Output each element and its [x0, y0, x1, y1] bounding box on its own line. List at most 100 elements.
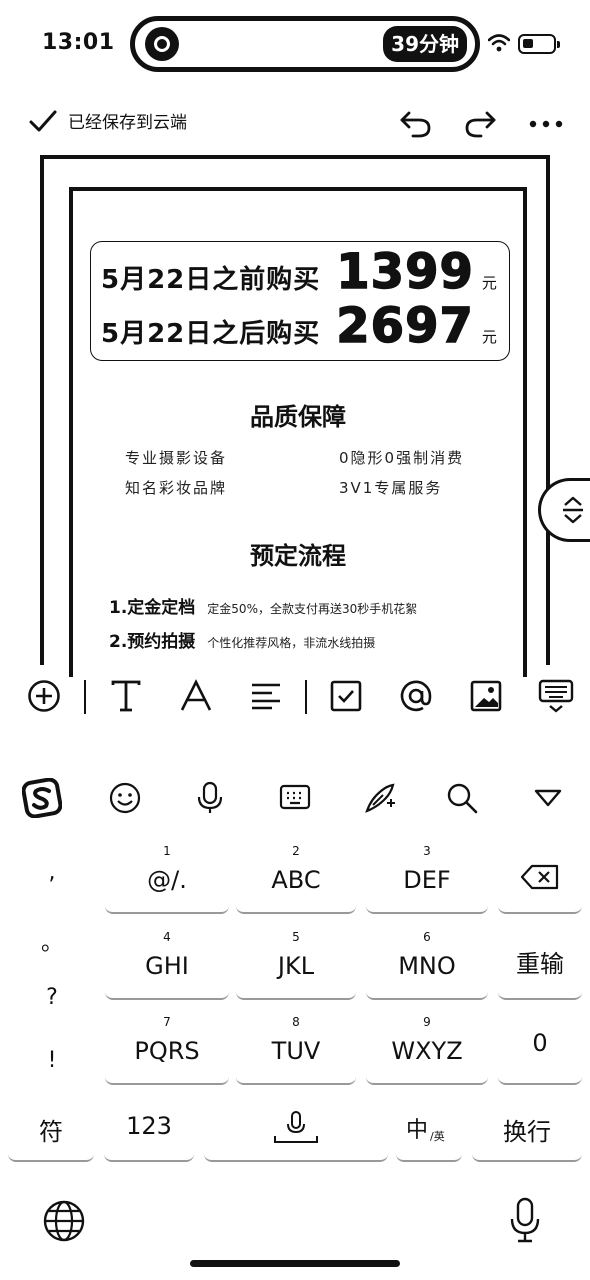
key-label: WXYZ: [391, 1037, 463, 1065]
punct-key[interactable]: !: [6, 1048, 98, 1073]
feature-item: 知名彩妆品牌: [125, 479, 228, 497]
search-button[interactable]: [442, 778, 482, 818]
more-icon: [529, 120, 563, 128]
backspace-key[interactable]: [498, 842, 582, 914]
space-mic-icon: [274, 1111, 318, 1143]
key-number: 3: [423, 844, 431, 858]
keyboard-bottom-bar: [0, 1185, 590, 1265]
handwrite-button[interactable]: [360, 778, 400, 818]
home-indicator[interactable]: [190, 1260, 400, 1267]
key-label: PQRS: [134, 1037, 200, 1065]
symbols-key[interactable]: 符: [8, 1098, 94, 1162]
price-label: 5月22日之前购买: [101, 265, 321, 295]
mention-button[interactable]: [396, 676, 436, 716]
key-1[interactable]: 1 @/.: [105, 842, 229, 914]
price-row-after: 5月22日之后购买 2697 元: [101, 297, 497, 355]
voice-input-button[interactable]: [190, 778, 230, 818]
punct-key[interactable]: ?: [6, 985, 98, 1010]
globe-button[interactable]: [42, 1199, 86, 1247]
microphone-icon: [510, 1197, 540, 1243]
language-key[interactable]: 中 /英: [396, 1098, 462, 1162]
process-step: 1.定金定档 定金50%，全款支付再送30秒手机花絮: [109, 593, 417, 618]
key-3[interactable]: 3 DEF: [366, 842, 488, 914]
checkmark-icon: [29, 110, 57, 131]
step-title: 1.定金定档: [109, 598, 196, 618]
price-amount: 2697: [336, 297, 474, 355]
search-icon: [447, 783, 478, 814]
key-sublabel: /英: [430, 1130, 445, 1143]
key-label: 重输: [516, 950, 564, 978]
keyboard-icon: [279, 784, 311, 810]
key-6[interactable]: 6 MNO: [366, 928, 488, 1000]
doc-header: 已经保存到云端: [0, 98, 590, 148]
sogou-logo-icon: [22, 778, 62, 818]
key-number: 9: [423, 1015, 431, 1029]
hide-keyboard-button[interactable]: [536, 676, 576, 716]
align-button[interactable]: [246, 676, 286, 716]
key-number: 4: [163, 930, 171, 944]
price-unit: 元: [481, 274, 497, 292]
more-button[interactable]: [528, 106, 564, 142]
enter-key[interactable]: 换行: [472, 1098, 582, 1162]
key-label: JKL: [277, 952, 315, 980]
key-2[interactable]: 2 ABC: [236, 842, 356, 914]
reset-key[interactable]: 重输: [498, 928, 582, 1000]
align-icon: [252, 683, 280, 710]
emoji-button[interactable]: [105, 778, 145, 818]
key-label: DEF: [403, 866, 451, 894]
key-8[interactable]: 8 TUV: [236, 1013, 356, 1085]
feature-item: 0隐形0强制消费: [339, 449, 465, 467]
keyboard-hide-icon: [538, 679, 574, 713]
process-title: 预定流程: [250, 542, 346, 570]
checklist-button[interactable]: [326, 676, 366, 716]
undo-icon: [400, 111, 431, 138]
key-7[interactable]: 7 PQRS: [105, 1013, 229, 1085]
key-5[interactable]: 5 JKL: [236, 928, 356, 1000]
key-number: 2: [292, 844, 300, 858]
document-image[interactable]: 5月22日之前购买 1399 元 5月22日之后购买 2697 元 品质保障 专…: [40, 155, 550, 677]
text-style-button[interactable]: [106, 676, 146, 716]
punct-key[interactable]: 。: [6, 925, 98, 957]
price-unit: 元: [481, 328, 497, 346]
key-label: TUV: [271, 1037, 321, 1065]
save-status: 已经保存到云端: [28, 108, 187, 133]
key-label: 0: [532, 1029, 548, 1057]
status-time: 13:01: [42, 30, 115, 55]
numbers-key[interactable]: 123: [104, 1098, 194, 1162]
keyboard-layout-button[interactable]: [275, 778, 315, 818]
document-card: 5月22日之前购买 1399 元 5月22日之后购买 2697 元 品质保障 专…: [69, 187, 527, 677]
collapse-keyboard-button[interactable]: [528, 778, 568, 818]
key-4[interactable]: 4 GHI: [105, 928, 229, 1000]
font-button[interactable]: [176, 676, 216, 716]
quality-title: 品质保障: [250, 403, 346, 431]
key-number: 7: [163, 1015, 171, 1029]
handwrite-icon: [365, 783, 395, 813]
image-icon: [470, 680, 502, 712]
keyboard-top-bar: [0, 770, 590, 826]
format-toolbar: [0, 670, 590, 722]
punct-key[interactable]: ,: [6, 860, 98, 885]
font-icon: [180, 679, 212, 711]
voice-icon: [197, 781, 223, 813]
insert-button[interactable]: [24, 676, 64, 716]
step-desc: 个性化推荐风格，非流水线拍摄: [207, 636, 376, 650]
process-step: 2.预约拍摄 个性化推荐风格，非流水线拍摄: [109, 627, 375, 652]
step-desc: 定金50%，全款支付再送30秒手机花絮: [207, 602, 418, 616]
status-bar: 13:01 39分钟: [0, 0, 590, 90]
key-number: 5: [292, 930, 300, 944]
battery-icon: [518, 34, 560, 54]
space-key[interactable]: [204, 1098, 388, 1162]
globe-icon: [43, 1200, 85, 1242]
image-button[interactable]: [466, 676, 506, 716]
dynamic-island[interactable]: 39分钟: [130, 16, 480, 72]
key-label: 符: [39, 1118, 63, 1146]
key-label: GHI: [145, 952, 189, 980]
undo-button[interactable]: [398, 106, 434, 142]
redo-button[interactable]: [462, 106, 498, 142]
dictation-button[interactable]: [508, 1197, 542, 1249]
key-0[interactable]: 0: [498, 1013, 582, 1085]
sogou-button[interactable]: [22, 778, 62, 818]
text-style-icon: [111, 680, 141, 712]
key-9[interactable]: 9 WXYZ: [366, 1013, 488, 1085]
collapse-icon: [534, 789, 562, 807]
